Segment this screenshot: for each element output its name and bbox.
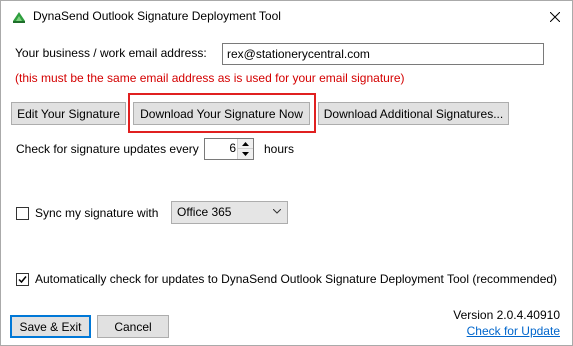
update-hours-value: 6 <box>229 141 236 155</box>
email-field[interactable]: rex@stationerycentral.com <box>222 43 544 65</box>
chevron-up-icon <box>242 141 249 146</box>
version-text: Version 2.0.4.40910 <box>453 308 560 322</box>
title-bar[interactable]: DynaSend Outlook Signature Deployment To… <box>1 1 572 32</box>
checkmark-icon <box>18 276 27 284</box>
app-icon <box>13 12 25 23</box>
close-icon <box>550 11 560 22</box>
download-additional-button[interactable]: Download Additional Signatures... <box>318 102 509 125</box>
cancel-button[interactable]: Cancel <box>97 315 169 338</box>
sync-label: Sync my signature with <box>35 206 159 220</box>
email-label: Your business / work email address: <box>15 46 207 60</box>
sync-provider-select[interactable]: Office 365 <box>171 201 288 224</box>
sync-provider-value: Office 365 <box>177 205 232 219</box>
dialog-window: DynaSend Outlook Signature Deployment To… <box>0 0 573 346</box>
update-hours-stepper[interactable]: 6 <box>204 138 254 160</box>
chevron-down-icon <box>273 209 281 214</box>
download-signature-button[interactable]: Download Your Signature Now <box>133 102 310 125</box>
updates-suffix: hours <box>264 142 295 156</box>
save-exit-button[interactable]: Save & Exit <box>10 315 91 338</box>
auto-check-label: Automatically check for updates to DynaS… <box>35 272 558 286</box>
sync-checkbox[interactable] <box>16 207 29 220</box>
stepper-up-button[interactable] <box>238 139 253 149</box>
email-warning: (this must be the same email address as … <box>15 71 405 85</box>
close-button[interactable] <box>538 1 572 32</box>
check-for-update-link[interactable]: Check for Update <box>467 324 560 338</box>
window-title: DynaSend Outlook Signature Deployment To… <box>33 9 281 23</box>
updates-prefix: Check for signature updates every <box>16 142 199 156</box>
edit-signature-button[interactable]: Edit Your Signature <box>11 102 126 125</box>
stepper-down-button[interactable] <box>238 149 253 159</box>
auto-check-checkbox[interactable] <box>16 273 29 286</box>
chevron-down-icon <box>242 152 249 156</box>
